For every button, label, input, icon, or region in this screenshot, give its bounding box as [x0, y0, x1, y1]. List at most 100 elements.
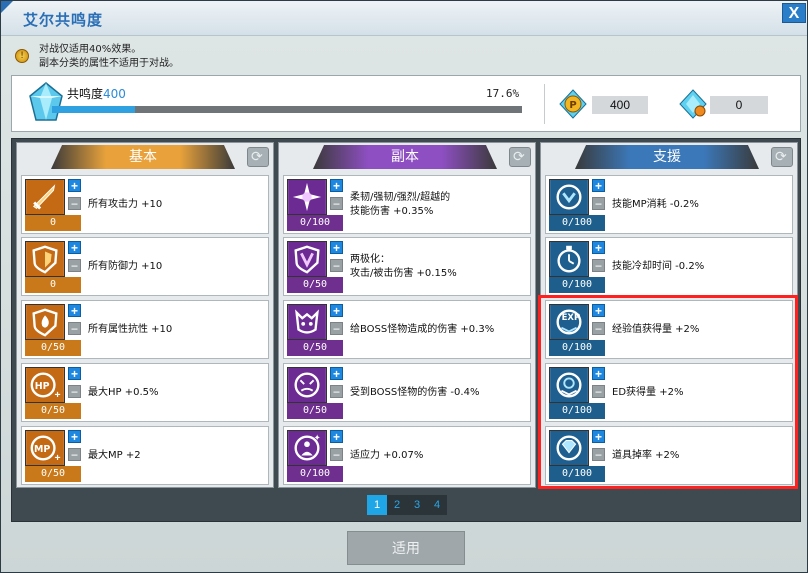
stat-card: 0/100 + − 技能MP消耗 -0.2%	[545, 175, 793, 234]
minus-button[interactable]: −	[330, 197, 343, 210]
stat-card: 0/100 + − 道具掉率 +2%	[545, 426, 793, 485]
stat-card: 0/100 + − ED获得量 +2%	[545, 363, 793, 422]
svg-text:P: P	[569, 100, 576, 111]
stat-card: 0/50 + − 给BOSS怪物造成的伤害 +0.3%	[283, 300, 531, 359]
stat-card: 0 + − 所有防御力 +10	[21, 237, 269, 296]
plus-button[interactable]: +	[68, 241, 81, 254]
minus-button[interactable]: −	[592, 322, 605, 335]
minus-button[interactable]: −	[330, 259, 343, 272]
stat-card: 0/50 + − 受到BOSS怪物的伤害 -0.4%	[283, 363, 531, 422]
stat-card: 0/50 + − 所有属性抗性 +10	[21, 300, 269, 359]
boss-attack-icon	[287, 304, 327, 340]
stat-description: ED获得量 +2%	[612, 386, 684, 398]
minus-button[interactable]: −	[330, 385, 343, 398]
mp-icon: MP +	[25, 430, 65, 466]
category-column: 基本0+−所有攻击力 +100+−所有防御力 +100/50+−所有属性抗性 +…	[16, 142, 274, 488]
summary-divider	[544, 84, 545, 124]
column-header: 副本	[279, 145, 535, 169]
stat-description: 技能冷却时间 -0.2%	[612, 260, 705, 272]
point-count: 0/100	[287, 466, 343, 482]
stat-card: EXP 0/100 + − 经验值获得量 +2%	[545, 300, 793, 359]
page-button[interactable]: 4	[427, 495, 447, 515]
stopwatch-icon	[549, 241, 589, 277]
title-bar[interactable]: 艾尔共鸣度 X	[1, 1, 807, 36]
stat-card: ✦ 0/100 + − 适应力 +0.07%	[283, 426, 531, 485]
plus-button[interactable]: +	[330, 430, 343, 443]
plus-button[interactable]: +	[68, 304, 81, 317]
minus-button[interactable]: −	[592, 385, 605, 398]
resonance-crystal-icon	[26, 82, 66, 124]
resonance-progress-fill	[52, 106, 135, 113]
svg-text:EXP: EXP	[562, 313, 581, 323]
mp-cost-icon	[549, 179, 589, 215]
stat-description: 道具掉率 +2%	[612, 449, 680, 461]
minus-button[interactable]: −	[330, 322, 343, 335]
plus-button[interactable]: +	[330, 241, 343, 254]
point-count: 0/50	[287, 277, 343, 293]
plus-button[interactable]: +	[592, 241, 605, 254]
plus-button[interactable]: +	[592, 304, 605, 317]
minus-button[interactable]: −	[68, 197, 81, 210]
stat-description: 技能MP消耗 -0.2%	[612, 198, 699, 210]
resonance-summary: 共鸣度400 17.6% P 400 0	[11, 75, 801, 132]
stat-description: 受到BOSS怪物的伤害 -0.4%	[350, 386, 480, 398]
page-button[interactable]: 1	[367, 495, 387, 515]
minus-button[interactable]: −	[68, 448, 81, 461]
plus-button[interactable]: +	[330, 304, 343, 317]
svg-text:HP: HP	[35, 381, 50, 392]
reset-button[interactable]	[509, 147, 531, 167]
page-button[interactable]: 3	[407, 495, 427, 515]
page-button[interactable]: 2	[387, 495, 407, 515]
notice-line-1: 对战仅适用40%效果。	[39, 44, 142, 55]
burst-icon	[287, 179, 327, 215]
pagination: 1234	[367, 495, 447, 515]
svg-text:+: +	[54, 453, 60, 464]
point-count: 0/100	[549, 466, 605, 482]
plus-button[interactable]: +	[592, 179, 605, 192]
minus-button[interactable]: −	[68, 385, 81, 398]
point-count: 0	[25, 277, 81, 293]
boss-defense-icon	[287, 367, 327, 403]
minus-button[interactable]: −	[68, 322, 81, 335]
column-title: 支援	[575, 145, 759, 169]
resonance-percent: 17.6%	[486, 87, 520, 100]
plus-button[interactable]: +	[330, 179, 343, 192]
reset-button[interactable]	[771, 147, 793, 167]
close-button[interactable]: X	[782, 3, 806, 23]
p-coin-value: 400	[592, 96, 648, 114]
hp-icon: HP +	[25, 367, 65, 403]
stat-description: 最大HP +0.5%	[88, 386, 159, 398]
stat-description: 最大MP +2	[88, 449, 141, 461]
svg-text:✦: ✦	[314, 432, 321, 442]
plus-button[interactable]: +	[68, 430, 81, 443]
svg-text:+: +	[54, 390, 60, 401]
reset-button[interactable]	[247, 147, 269, 167]
plus-button[interactable]: +	[330, 367, 343, 380]
minus-button[interactable]: −	[330, 448, 343, 461]
apply-button[interactable]: 适用	[347, 531, 465, 565]
sword-icon	[25, 179, 65, 215]
plus-button[interactable]: +	[68, 179, 81, 192]
point-count: 0/50	[25, 403, 81, 419]
category-column: 支援0/100+−技能MP消耗 -0.2%0/100+−技能冷却时间 -0.2%…	[540, 142, 798, 488]
stat-card: 0/50 + − 两极化： 攻击/被击伤害 +0.15%	[283, 237, 531, 296]
stat-description: 所有攻击力 +10	[88, 198, 163, 210]
plus-button[interactable]: +	[68, 367, 81, 380]
plus-button[interactable]: +	[592, 367, 605, 380]
point-count: 0/100	[549, 215, 605, 231]
column-header: 支援	[541, 145, 797, 169]
minus-button[interactable]: −	[68, 259, 81, 272]
minus-button[interactable]: −	[592, 197, 605, 210]
stat-description: 所有防御力 +10	[88, 260, 163, 272]
minus-button[interactable]: −	[592, 448, 605, 461]
category-column: 副本0/100+−柔韧/强韧/强烈/超越的 技能伤害 +0.35%0/50+−两…	[278, 142, 536, 488]
resonance-label-text: 共鸣度	[67, 87, 104, 101]
plus-button[interactable]: +	[592, 430, 605, 443]
point-count: 0/50	[287, 340, 343, 356]
point-count: 0	[25, 215, 81, 231]
minus-button[interactable]: −	[592, 259, 605, 272]
resonance-progress-bar	[52, 106, 522, 113]
point-count: 0/100	[549, 277, 605, 293]
gem-icon	[549, 430, 589, 466]
stat-description: 经验值获得量 +2%	[612, 323, 700, 335]
